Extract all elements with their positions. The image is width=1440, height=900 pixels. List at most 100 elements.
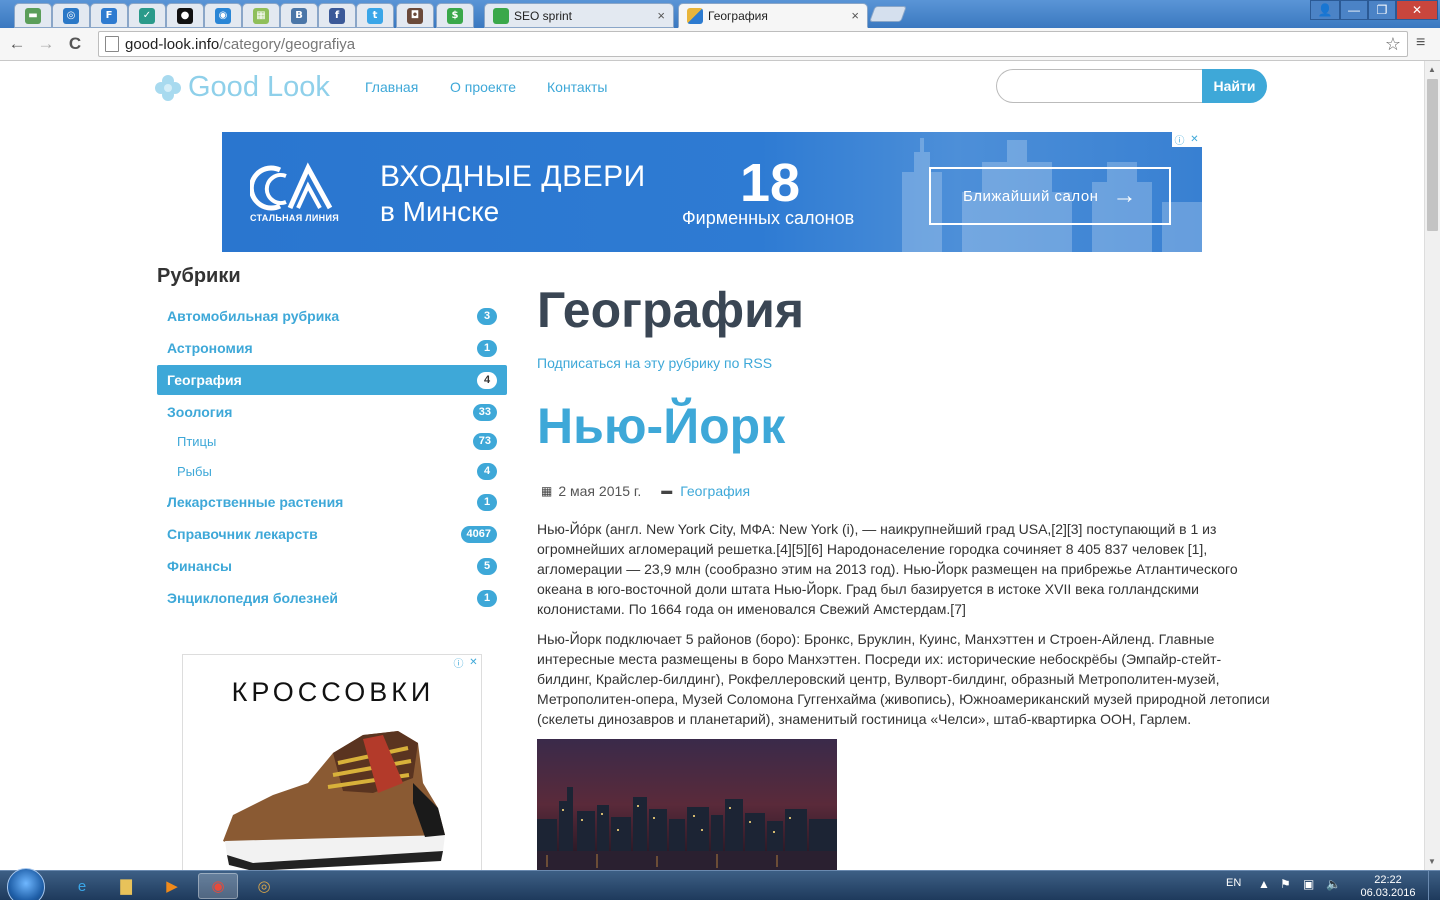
banner-ad[interactable]: СТАЛЬНАЯ ЛИНИЯ ВХОДНЫЕ ДВЕРИ в Минске 18… (222, 132, 1202, 252)
instagram-icon: ◘ (407, 7, 423, 24)
sidebar-item-geography[interactable]: География 4 (157, 365, 507, 395)
f-icon: F (101, 7, 117, 24)
clock-date[interactable]: 06.03.2016 (1360, 887, 1416, 899)
app-icon[interactable]: ◎ (244, 873, 284, 899)
bookmark-star-icon[interactable]: ☆ (1385, 34, 1401, 55)
pinned-tab[interactable]: ▬ (14, 3, 52, 28)
sidebar-item-zoology[interactable]: Зоология 33 (157, 397, 507, 427)
pinned-tab[interactable]: B (280, 3, 318, 28)
pinned-tab[interactable]: f (318, 3, 356, 28)
sidebar-item-astronomy[interactable]: Астрономия 1 (157, 333, 507, 363)
post-meta: ▦ 2 мая 2015 г. ▬ География (541, 483, 750, 499)
clock-time[interactable]: 22:22 (1360, 874, 1416, 886)
count-badge: 3 (477, 307, 497, 325)
nav-home-link[interactable]: Главная (365, 79, 418, 95)
scroll-thumb[interactable] (1427, 79, 1438, 231)
minimize-button[interactable]: — (1340, 0, 1368, 20)
new-tab-button[interactable] (869, 6, 907, 22)
count-badge: 4 (477, 462, 497, 480)
sidebar-item-diseases[interactable]: Энциклопедия болезней 1 (157, 583, 507, 613)
network-icon[interactable]: ▣ (1303, 877, 1314, 891)
pinned-tab[interactable]: ● (166, 3, 204, 28)
ie-icon[interactable]: e (62, 873, 102, 899)
sidebar-item-medicinal-plants[interactable]: Лекарственные растения 1 (157, 487, 507, 517)
ad-close-icon[interactable]: ✕ (1187, 132, 1202, 147)
count-badge: 5 (477, 557, 497, 575)
browser-toolbar: ← → C good-look.info/category/geografiya… (0, 28, 1440, 61)
new-york-night-image (537, 739, 837, 870)
category-label: Автомобильная рубрика (167, 308, 340, 324)
pinned-tab[interactable]: ✓ (128, 3, 166, 28)
reload-icon[interactable]: C (64, 33, 86, 55)
post-title[interactable]: Нью-Йорк (537, 397, 785, 455)
nav-about-link[interactable]: О проекте (450, 79, 516, 95)
rss-subscribe-link[interactable]: Подписаться на эту рубрику по RSS (537, 355, 772, 371)
nearest-salon-button[interactable]: Ближайший салон → (929, 167, 1171, 225)
tab-strip: ▬ ◎ F ✓ ● ◉ ▦ Bf t ◘ $ SEO sprint × География × 👤 … (0, 0, 1440, 28)
media-player-icon[interactable]: ▶ (152, 873, 192, 899)
show-desktop-button[interactable] (1428, 871, 1440, 900)
category-label: Финансы (167, 558, 232, 574)
tab-title: SEO sprint (514, 8, 573, 23)
nav-contacts-link[interactable]: Контакты (547, 79, 607, 95)
search-input[interactable] (996, 69, 1202, 103)
site-logo[interactable]: Good Look (154, 71, 330, 104)
chrome-icon[interactable]: ◉ (198, 873, 238, 899)
folder-icon[interactable]: ▇ (106, 873, 146, 899)
sneakers-ad[interactable]: КРОССОВКИ ⓘ ✕ (182, 654, 482, 870)
sidebar-item-finance[interactable]: Финансы 5 (157, 551, 507, 581)
sidebar-item-fish[interactable]: Рыбы 4 (157, 456, 507, 486)
category-label: Рыбы (177, 463, 212, 479)
category-label: Лекарственные растения (167, 494, 344, 510)
banner-headline-city: в Минске (380, 196, 500, 227)
back-icon[interactable]: ← (6, 33, 28, 55)
close-icon[interactable]: × (851, 8, 859, 23)
page-scrollbar[interactable]: ▲ ▼ (1424, 61, 1440, 870)
volume-icon[interactable]: 🔈 (1326, 877, 1341, 891)
tab-title: География (708, 8, 768, 23)
menu-icon[interactable]: ≡ (1416, 34, 1425, 52)
sidebar-item-birds[interactable]: Птицы 73 (157, 426, 507, 456)
url-path: /category/geografiya (219, 35, 356, 53)
adchoices-icon[interactable]: ⓘ (451, 655, 466, 670)
count-badge: 1 (477, 589, 497, 607)
target-icon: ◉ (215, 7, 231, 24)
close-window-button[interactable]: ✕ (1396, 0, 1438, 20)
check-icon: ✓ (139, 7, 155, 24)
pinned-tab[interactable]: t (356, 3, 394, 28)
pinned-tab[interactable]: ◉ (204, 3, 242, 28)
page-icon (105, 36, 119, 52)
post-category-link[interactable]: География (680, 483, 750, 499)
sidebar-item-auto[interactable]: Автомобильная рубрика 3 (157, 301, 507, 331)
pinned-tab[interactable]: ◘ (396, 3, 434, 28)
sidebar-item-drug-reference[interactable]: Справочник лекарств 4067 (157, 519, 507, 549)
count-badge: 4067 (460, 525, 497, 543)
facebook-icon: f (329, 7, 345, 24)
pinned-tab[interactable]: F (90, 3, 128, 28)
pinned-tab[interactable]: ▦ (242, 3, 280, 28)
pinned-tab[interactable]: $ (436, 3, 474, 28)
pinned-tab[interactable]: ◎ (52, 3, 90, 28)
start-button[interactable] (7, 868, 45, 900)
address-bar[interactable]: good-look.info/category/geografiya ☆ (98, 31, 1408, 57)
category-label: Птицы (177, 433, 217, 449)
close-icon[interactable]: × (657, 8, 665, 23)
forward-icon[interactable]: → (35, 33, 57, 55)
maximize-button[interactable]: ❐ (1368, 0, 1396, 20)
count-badge: 4 (477, 371, 497, 389)
tray-flag-icon[interactable]: ⚑ (1280, 877, 1291, 891)
arrow-right-icon: → (1112, 182, 1137, 209)
language-indicator[interactable]: EN (1226, 877, 1241, 889)
user-icon[interactable]: 👤 (1310, 0, 1340, 20)
adchoices-icon[interactable]: ⓘ (1172, 132, 1187, 147)
scroll-up-icon[interactable]: ▲ (1428, 65, 1436, 74)
search-button[interactable]: Найти (1202, 69, 1267, 103)
post-date: 2 мая 2015 г. (558, 483, 642, 499)
tray-expand-icon[interactable]: ▲ (1258, 877, 1270, 891)
banner-number-caption: Фирменных салонов (682, 208, 855, 228)
url-host: good-look.info (125, 35, 220, 53)
ad-close-icon[interactable]: ✕ (466, 655, 481, 670)
scroll-down-icon[interactable]: ▼ (1428, 857, 1436, 866)
tab-seo-sprint[interactable]: SEO sprint × (484, 3, 674, 28)
tab-geografiya[interactable]: География × (678, 3, 868, 28)
